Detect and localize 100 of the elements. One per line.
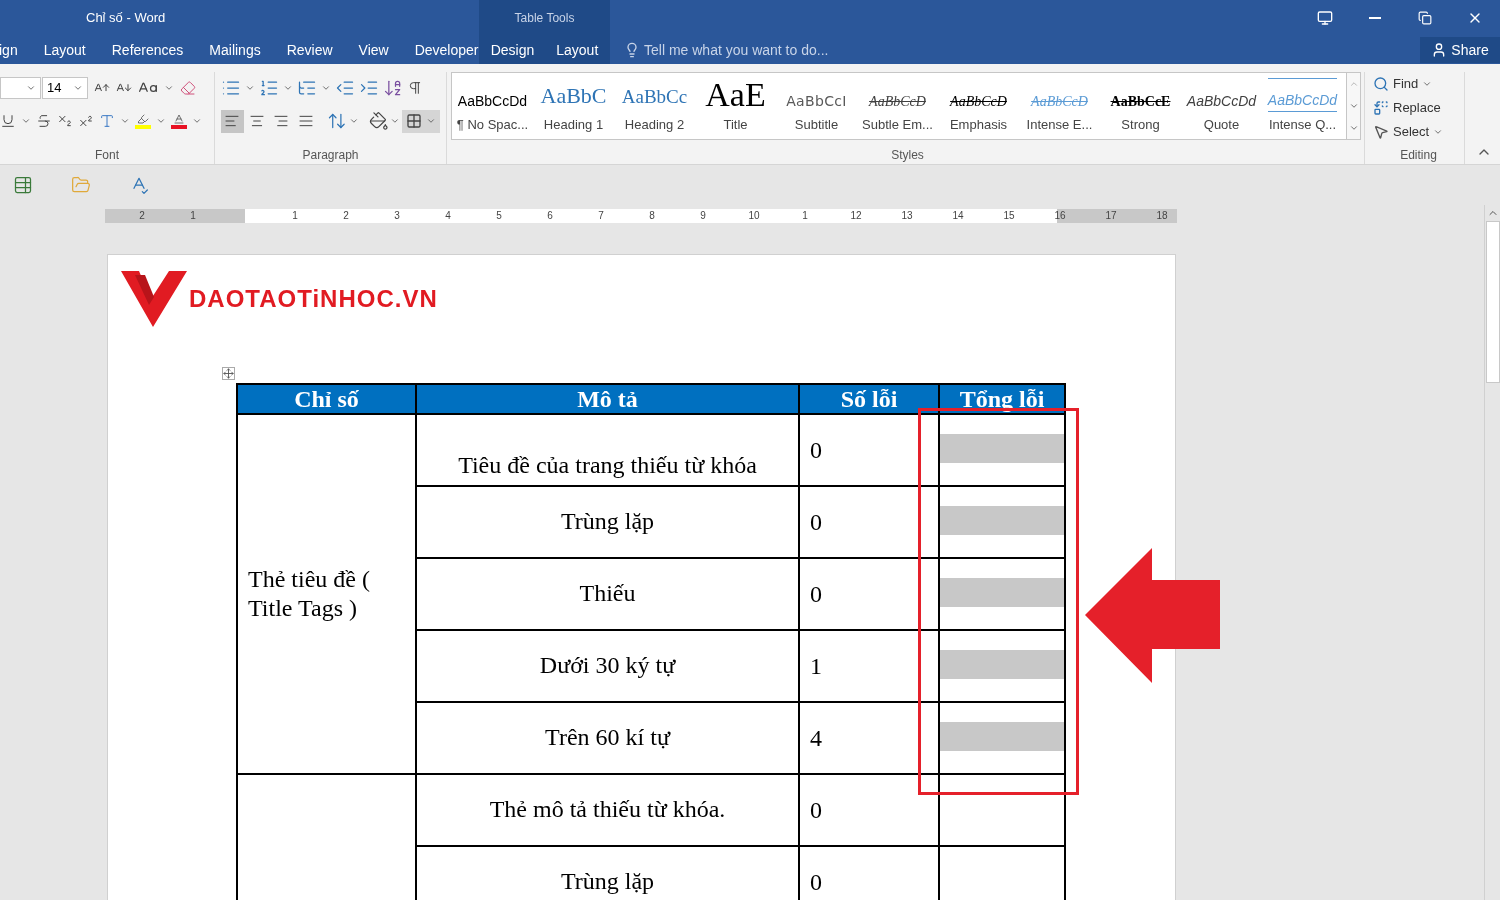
ruler-number: 13 bbox=[900, 209, 914, 223]
ruler-number: 4 bbox=[444, 209, 452, 223]
restore-icon bbox=[1418, 11, 1432, 25]
borders-button[interactable] bbox=[402, 109, 440, 133]
caret-icon[interactable] bbox=[192, 116, 202, 126]
caret-icon[interactable] bbox=[1433, 127, 1444, 137]
align-button[interactable] bbox=[221, 109, 244, 133]
ruler-number: 14 bbox=[951, 209, 965, 223]
minimize-icon bbox=[1369, 17, 1381, 19]
caret-icon[interactable] bbox=[283, 83, 293, 93]
tell-me-field[interactable]: Tell me what you want to do... bbox=[644, 39, 944, 61]
align-icon bbox=[248, 113, 265, 129]
caret-icon[interactable] bbox=[21, 116, 31, 126]
scroll-thumb[interactable] bbox=[1485, 221, 1500, 383]
style-item[interactable]: AaBbCc Heading 2 bbox=[614, 73, 695, 139]
pilcrow-icon[interactable] bbox=[407, 80, 423, 96]
ribbon-tab[interactable]: Developer bbox=[414, 39, 479, 61]
align-icon bbox=[297, 113, 314, 129]
style-item[interactable]: AaBbCcDd ¶ No Spac... bbox=[452, 73, 533, 139]
ribbon-tab[interactable]: ign bbox=[0, 39, 18, 61]
column-header: Chỉ số bbox=[237, 384, 416, 414]
ruler-number: 6 bbox=[546, 209, 554, 223]
ruler-number: 18 bbox=[1155, 209, 1169, 223]
shading-icon[interactable] bbox=[368, 111, 389, 131]
vertical-scrollbar[interactable] bbox=[1484, 205, 1500, 900]
ruler-number: 8 bbox=[648, 209, 656, 223]
style-item[interactable]: AaBbCcDd Quote bbox=[1181, 73, 1262, 139]
font-color-icon[interactable] bbox=[171, 113, 187, 129]
ribbon-tab[interactable]: References bbox=[111, 39, 184, 61]
group-label: Font bbox=[95, 147, 119, 164]
ruler-number: 2 bbox=[138, 209, 146, 223]
ribbon-tab[interactable]: Mailings bbox=[209, 39, 261, 61]
caret-icon[interactable] bbox=[348, 116, 359, 126]
scroll-down-icon[interactable] bbox=[1348, 101, 1359, 111]
table-cell: Thẻ tiêu đề ( Title Tags ) bbox=[237, 414, 416, 774]
pointer-icon bbox=[1373, 124, 1389, 140]
style-item[interactable]: AaBbCcD Emphasis bbox=[938, 73, 1019, 139]
group-label: Editing bbox=[1400, 147, 1437, 164]
caret-icon[interactable] bbox=[390, 116, 400, 126]
numbering-icon[interactable] bbox=[259, 78, 279, 98]
table-move-handle-icon[interactable] bbox=[222, 367, 235, 380]
font-size-field[interactable]: 14 bbox=[42, 77, 88, 99]
style-item[interactable]: AaBbCcDd Intense Q... bbox=[1262, 73, 1343, 139]
replace-icon bbox=[1373, 100, 1389, 116]
table-cell: Trên 60 kí tự bbox=[416, 702, 799, 774]
search-icon bbox=[1373, 76, 1389, 92]
grid-icon bbox=[406, 113, 422, 129]
style-item[interactable]: AaE Title bbox=[695, 73, 776, 139]
table-cell: Dưới 30 ký tự bbox=[416, 630, 799, 702]
ribbon-tab[interactable]: View bbox=[358, 39, 389, 61]
ribbon-tab[interactable]: Review bbox=[286, 39, 333, 61]
superscript-icon[interactable] bbox=[78, 113, 94, 129]
share-button[interactable]: Share bbox=[1420, 37, 1500, 63]
table-cell: Thẻ mô tả thiếu từ khóa. bbox=[416, 774, 799, 846]
highlighter-icon[interactable] bbox=[135, 113, 151, 129]
table-cell: Thiếu bbox=[416, 558, 799, 630]
caret-icon[interactable] bbox=[426, 116, 436, 126]
caret-icon[interactable] bbox=[120, 116, 130, 126]
caret-icon[interactable] bbox=[164, 83, 174, 93]
ruler-number: 15 bbox=[1002, 209, 1016, 223]
ruler-number: 1 bbox=[189, 209, 197, 223]
strikethrough-icon[interactable] bbox=[36, 113, 52, 129]
ruler-number: 1 bbox=[291, 209, 299, 223]
style-item[interactable]: AaBbCcD Intense E... bbox=[1019, 73, 1100, 139]
table-icon[interactable] bbox=[13, 175, 33, 195]
table-cell: 0 bbox=[799, 558, 939, 630]
style-item[interactable]: AaBbCcE Strong bbox=[1100, 73, 1181, 139]
window-title: Chỉ số - Word bbox=[86, 9, 166, 28]
caret-icon[interactable] bbox=[156, 116, 166, 126]
column-header: Số lỗi bbox=[799, 384, 939, 414]
caret-icon[interactable] bbox=[321, 83, 331, 93]
style-item[interactable]: AaBbCcD Subtle Em... bbox=[857, 73, 938, 139]
clear-formatting-icon[interactable] bbox=[180, 80, 196, 96]
caret-icon[interactable] bbox=[245, 83, 255, 93]
find-button[interactable]: Find bbox=[1373, 72, 1464, 96]
caret-icon[interactable] bbox=[1422, 79, 1433, 89]
table-cell: 0 bbox=[799, 774, 939, 846]
underline-icon[interactable] bbox=[0, 113, 16, 129]
gallery-scroll[interactable] bbox=[1347, 72, 1361, 140]
replace-button[interactable]: Replace bbox=[1373, 96, 1464, 120]
align-icon bbox=[224, 113, 241, 129]
caret-icon[interactable] bbox=[26, 83, 36, 93]
ruler-number: 3 bbox=[393, 209, 401, 223]
caret-icon[interactable] bbox=[73, 83, 83, 93]
select-button[interactable]: Select bbox=[1373, 120, 1464, 144]
line-spacing-icon[interactable] bbox=[327, 111, 347, 131]
ribbon-tab[interactable]: Layout bbox=[556, 39, 599, 61]
style-item[interactable]: AaBbCcI Subtitle bbox=[776, 73, 857, 139]
ribbon-tab[interactable]: Design bbox=[490, 39, 535, 61]
subscript-icon[interactable] bbox=[57, 113, 73, 129]
column-header: Mô tả bbox=[416, 384, 799, 414]
style-item[interactable]: AaBbC Heading 1 bbox=[533, 73, 614, 139]
sort-icon[interactable] bbox=[383, 78, 403, 98]
folder-icon[interactable] bbox=[71, 175, 91, 195]
text-effects-icon[interactable] bbox=[99, 113, 115, 129]
ruler-number: 1 bbox=[801, 209, 809, 223]
ribbon-tab[interactable]: Layout bbox=[43, 39, 86, 61]
table-cell: 0 bbox=[799, 486, 939, 558]
more-icon[interactable] bbox=[1348, 123, 1359, 133]
font-name-field[interactable] bbox=[0, 77, 41, 99]
